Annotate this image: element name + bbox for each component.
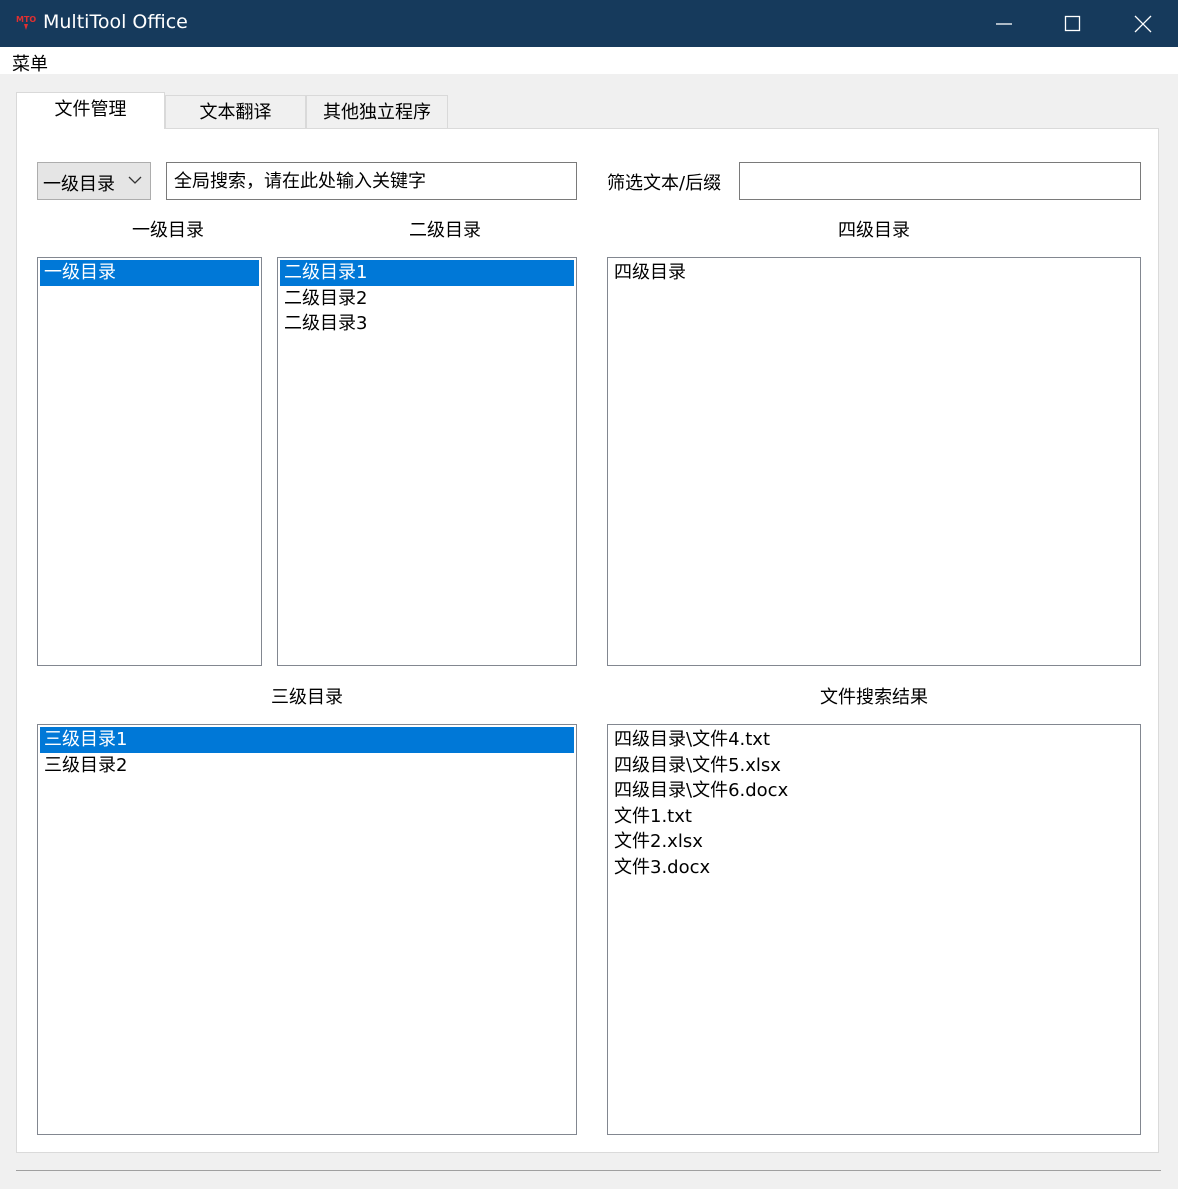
global-search-box[interactable]: [166, 162, 577, 200]
list-item[interactable]: 文件1.txt: [610, 804, 1138, 830]
svg-text:MTO: MTO: [16, 15, 36, 24]
list-item[interactable]: 四级目录\文件4.txt: [610, 727, 1138, 753]
results-label: 文件搜索结果: [820, 687, 928, 708]
close-button[interactable]: [1107, 0, 1177, 47]
list-item[interactable]: 一级目录: [40, 260, 259, 286]
filter-input[interactable]: [740, 163, 1140, 199]
list-item[interactable]: 三级目录2: [40, 753, 574, 779]
maximize-icon: [1064, 15, 1081, 32]
level1-listbox[interactable]: 一级目录: [37, 257, 262, 666]
title-bar[interactable]: MTO MultiTool Office: [0, 0, 1178, 47]
level3-listbox[interactable]: 三级目录1 三级目录2: [37, 724, 577, 1135]
level4-listbox[interactable]: 四级目录: [607, 257, 1141, 666]
list-item[interactable]: 二级目录2: [280, 286, 574, 312]
level2-listbox[interactable]: 二级目录1 二级目录2 二级目录3: [277, 257, 577, 666]
close-icon: [1134, 15, 1152, 33]
filter-box[interactable]: [739, 162, 1141, 200]
level-select[interactable]: 一级目录: [37, 162, 151, 200]
list-item[interactable]: 文件3.docx: [610, 855, 1138, 881]
tab-label: 其他独立程序: [323, 102, 431, 123]
level-select-value: 一级目录: [43, 174, 115, 195]
list-item[interactable]: 二级目录3: [280, 311, 574, 337]
list-item[interactable]: 三级目录1: [40, 727, 574, 753]
tab-other-programs[interactable]: 其他独立程序: [306, 95, 448, 129]
level2-label: 二级目录: [409, 220, 481, 241]
list-item[interactable]: 四级目录: [610, 260, 1138, 286]
app-window: MTO MultiTool Office 菜单 文件管理 文本翻译 其他独立程序…: [0, 0, 1178, 1189]
level3-label: 三级目录: [271, 687, 343, 708]
minimize-icon: [996, 23, 1012, 25]
list-item[interactable]: 文件2.xlsx: [610, 829, 1138, 855]
app-logo-icon: MTO: [15, 12, 37, 34]
list-item[interactable]: 四级目录\文件6.docx: [610, 778, 1138, 804]
minimize-button[interactable]: [968, 0, 1038, 47]
window-title: MultiTool Office: [43, 11, 188, 33]
level1-label: 一级目录: [132, 220, 204, 241]
tab-label: 文本翻译: [199, 102, 272, 123]
tab-text-translation[interactable]: 文本翻译: [165, 95, 306, 129]
chevron-down-icon: [128, 176, 142, 184]
menu-bar: 菜单: [0, 47, 1178, 76]
list-item[interactable]: 四级目录\文件5.xlsx: [610, 753, 1138, 779]
maximize-button[interactable]: [1037, 0, 1107, 47]
level4-label: 四级目录: [838, 220, 910, 241]
tab-label: 文件管理: [54, 99, 127, 120]
filter-label: 筛选文本/后缀: [607, 173, 722, 194]
menu-main[interactable]: 菜单: [12, 50, 48, 76]
tab-file-management[interactable]: 文件管理: [16, 92, 165, 129]
list-item[interactable]: 二级目录1: [280, 260, 574, 286]
global-search-input[interactable]: [167, 163, 576, 199]
search-results-listbox[interactable]: 四级目录\文件4.txt 四级目录\文件5.xlsx 四级目录\文件6.docx 文件…: [607, 724, 1141, 1135]
status-divider: [16, 1170, 1161, 1171]
